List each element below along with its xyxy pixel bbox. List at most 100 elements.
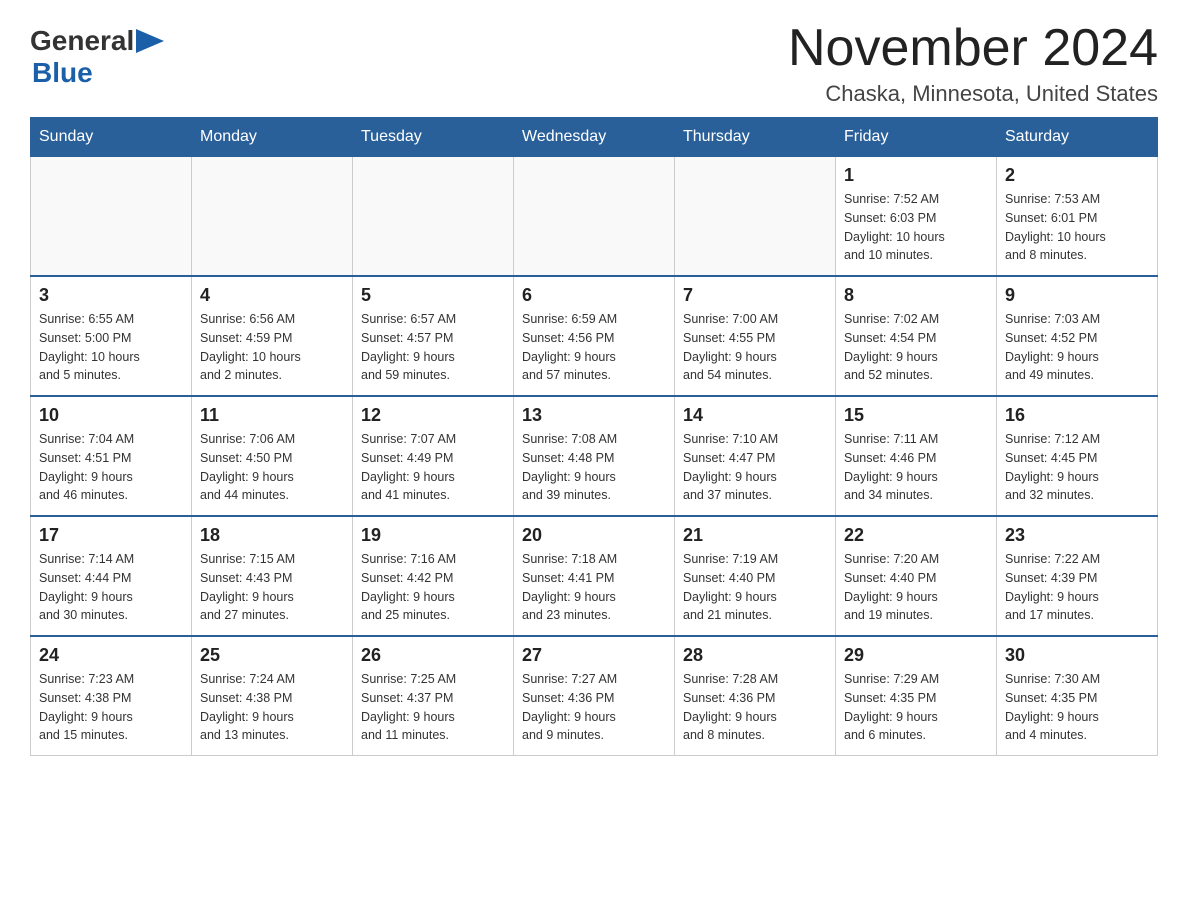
calendar-week-row: 10 Sunrise: 7:04 AM Sunset: 4:51 PM Dayli… xyxy=(31,396,1158,516)
calendar-cell xyxy=(514,157,675,277)
calendar-cell: 29 Sunrise: 7:29 AM Sunset: 4:35 PM Dayli… xyxy=(836,636,997,756)
calendar-cell: 30Sunrise: 7:30 AM Sunset: 4:35 PM Dayli… xyxy=(997,636,1158,756)
day-number: 19 xyxy=(361,525,505,546)
day-info: Sunrise: 6:55 AM Sunset: 5:00 PM Dayligh… xyxy=(39,310,183,385)
calendar-cell: 11 Sunrise: 7:06 AM Sunset: 4:50 PM Dayli… xyxy=(192,396,353,516)
day-number: 9 xyxy=(1005,285,1149,306)
day-info: Sunrise: 7:12 AM Sunset: 4:45 PM Dayligh… xyxy=(1005,430,1149,505)
day-number: 6 xyxy=(522,285,666,306)
weekday-header-saturday: Saturday xyxy=(997,118,1158,157)
day-info: Sunrise: 7:15 AM Sunset: 4:43 PM Dayligh… xyxy=(200,550,344,625)
day-info: Sunrise: 6:56 AM Sunset: 4:59 PM Dayligh… xyxy=(200,310,344,385)
day-info: Sunrise: 7:18 AM Sunset: 4:41 PM Dayligh… xyxy=(522,550,666,625)
calendar-cell: 23 Sunrise: 7:22 AM Sunset: 4:39 PM Dayli… xyxy=(997,516,1158,636)
day-number: 25 xyxy=(200,645,344,666)
calendar-cell: 22 Sunrise: 7:20 AM Sunset: 4:40 PM Dayli… xyxy=(836,516,997,636)
calendar-cell: 7 Sunrise: 7:00 AM Sunset: 4:55 PM Daylig… xyxy=(675,276,836,396)
calendar-cell: 17 Sunrise: 7:14 AM Sunset: 4:44 PM Dayli… xyxy=(31,516,192,636)
calendar-cell: 24 Sunrise: 7:23 AM Sunset: 4:38 PM Dayli… xyxy=(31,636,192,756)
calendar-cell: 6 Sunrise: 6:59 AM Sunset: 4:56 PM Daylig… xyxy=(514,276,675,396)
day-number: 2 xyxy=(1005,165,1149,186)
day-number: 14 xyxy=(683,405,827,426)
calendar-cell xyxy=(192,157,353,277)
day-info: Sunrise: 7:00 AM Sunset: 4:55 PM Dayligh… xyxy=(683,310,827,385)
calendar-header-row: SundayMondayTuesdayWednesdayThursdayFrid… xyxy=(31,118,1158,157)
day-info: Sunrise: 7:07 AM Sunset: 4:49 PM Dayligh… xyxy=(361,430,505,505)
day-number: 12 xyxy=(361,405,505,426)
calendar-cell xyxy=(353,157,514,277)
day-number: 21 xyxy=(683,525,827,546)
day-info: Sunrise: 7:11 AM Sunset: 4:46 PM Dayligh… xyxy=(844,430,988,505)
day-info: Sunrise: 7:22 AM Sunset: 4:39 PM Dayligh… xyxy=(1005,550,1149,625)
weekday-header-tuesday: Tuesday xyxy=(353,118,514,157)
calendar-cell: 18 Sunrise: 7:15 AM Sunset: 4:43 PM Dayli… xyxy=(192,516,353,636)
calendar-cell: 25 Sunrise: 7:24 AM Sunset: 4:38 PM Dayli… xyxy=(192,636,353,756)
calendar-cell: 16 Sunrise: 7:12 AM Sunset: 4:45 PM Dayli… xyxy=(997,396,1158,516)
day-number: 18 xyxy=(200,525,344,546)
day-number: 8 xyxy=(844,285,988,306)
day-number: 5 xyxy=(361,285,505,306)
calendar-cell: 4Sunrise: 6:56 AM Sunset: 4:59 PM Daylig… xyxy=(192,276,353,396)
calendar-cell xyxy=(675,157,836,277)
calendar-table: SundayMondayTuesdayWednesdayThursdayFrid… xyxy=(30,117,1158,756)
calendar-week-row: 17 Sunrise: 7:14 AM Sunset: 4:44 PM Dayli… xyxy=(31,516,1158,636)
logo: General Blue xyxy=(30,20,164,89)
day-info: Sunrise: 7:52 AM Sunset: 6:03 PM Dayligh… xyxy=(844,190,988,265)
weekday-header-friday: Friday xyxy=(836,118,997,157)
day-info: Sunrise: 7:10 AM Sunset: 4:47 PM Dayligh… xyxy=(683,430,827,505)
weekday-header-thursday: Thursday xyxy=(675,118,836,157)
day-number: 29 xyxy=(844,645,988,666)
day-number: 27 xyxy=(522,645,666,666)
day-info: Sunrise: 7:06 AM Sunset: 4:50 PM Dayligh… xyxy=(200,430,344,505)
calendar-cell: 12 Sunrise: 7:07 AM Sunset: 4:49 PM Dayli… xyxy=(353,396,514,516)
day-number: 22 xyxy=(844,525,988,546)
calendar-cell: 26 Sunrise: 7:25 AM Sunset: 4:37 PM Dayli… xyxy=(353,636,514,756)
weekday-header-monday: Monday xyxy=(192,118,353,157)
day-number: 11 xyxy=(200,405,344,426)
day-number: 23 xyxy=(1005,525,1149,546)
month-title: November 2024 xyxy=(788,20,1158,77)
calendar-cell: 15 Sunrise: 7:11 AM Sunset: 4:46 PM Dayli… xyxy=(836,396,997,516)
page-header: General Blue November 2024 Chaska, Minne… xyxy=(30,20,1158,107)
day-number: 13 xyxy=(522,405,666,426)
day-info: Sunrise: 7:03 AM Sunset: 4:52 PM Dayligh… xyxy=(1005,310,1149,385)
day-number: 30 xyxy=(1005,645,1149,666)
day-info: Sunrise: 7:29 AM Sunset: 4:35 PM Dayligh… xyxy=(844,670,988,745)
calendar-cell: 27 Sunrise: 7:27 AM Sunset: 4:36 PM Dayli… xyxy=(514,636,675,756)
day-info: Sunrise: 7:53 AM Sunset: 6:01 PM Dayligh… xyxy=(1005,190,1149,265)
day-info: Sunrise: 7:14 AM Sunset: 4:44 PM Dayligh… xyxy=(39,550,183,625)
day-number: 15 xyxy=(844,405,988,426)
calendar-cell: 5Sunrise: 6:57 AM Sunset: 4:57 PM Daylig… xyxy=(353,276,514,396)
title-section: November 2024 Chaska, Minnesota, United … xyxy=(788,20,1158,107)
calendar-cell: 28 Sunrise: 7:28 AM Sunset: 4:36 PM Dayli… xyxy=(675,636,836,756)
calendar-week-row: 1 Sunrise: 7:52 AM Sunset: 6:03 PM Daylig… xyxy=(31,157,1158,277)
day-number: 1 xyxy=(844,165,988,186)
day-info: Sunrise: 7:28 AM Sunset: 4:36 PM Dayligh… xyxy=(683,670,827,745)
day-info: Sunrise: 7:25 AM Sunset: 4:37 PM Dayligh… xyxy=(361,670,505,745)
day-number: 3 xyxy=(39,285,183,306)
day-info: Sunrise: 7:19 AM Sunset: 4:40 PM Dayligh… xyxy=(683,550,827,625)
day-info: Sunrise: 7:23 AM Sunset: 4:38 PM Dayligh… xyxy=(39,670,183,745)
day-number: 24 xyxy=(39,645,183,666)
day-info: Sunrise: 6:59 AM Sunset: 4:56 PM Dayligh… xyxy=(522,310,666,385)
day-number: 28 xyxy=(683,645,827,666)
day-number: 16 xyxy=(1005,405,1149,426)
logo-blue-text: Blue xyxy=(32,57,93,88)
day-number: 10 xyxy=(39,405,183,426)
day-number: 26 xyxy=(361,645,505,666)
day-info: Sunrise: 7:08 AM Sunset: 4:48 PM Dayligh… xyxy=(522,430,666,505)
location-title: Chaska, Minnesota, United States xyxy=(788,81,1158,107)
calendar-cell: 10 Sunrise: 7:04 AM Sunset: 4:51 PM Dayli… xyxy=(31,396,192,516)
day-info: Sunrise: 7:27 AM Sunset: 4:36 PM Dayligh… xyxy=(522,670,666,745)
day-info: Sunrise: 7:24 AM Sunset: 4:38 PM Dayligh… xyxy=(200,670,344,745)
day-number: 7 xyxy=(683,285,827,306)
day-info: Sunrise: 7:02 AM Sunset: 4:54 PM Dayligh… xyxy=(844,310,988,385)
day-info: Sunrise: 7:20 AM Sunset: 4:40 PM Dayligh… xyxy=(844,550,988,625)
calendar-cell: 20Sunrise: 7:18 AM Sunset: 4:41 PM Dayli… xyxy=(514,516,675,636)
calendar-cell: 14 Sunrise: 7:10 AM Sunset: 4:47 PM Dayli… xyxy=(675,396,836,516)
weekday-header-wednesday: Wednesday xyxy=(514,118,675,157)
day-info: Sunrise: 7:04 AM Sunset: 4:51 PM Dayligh… xyxy=(39,430,183,505)
calendar-cell: 8 Sunrise: 7:02 AM Sunset: 4:54 PM Daylig… xyxy=(836,276,997,396)
logo-arrow-icon xyxy=(136,29,164,53)
day-number: 17 xyxy=(39,525,183,546)
